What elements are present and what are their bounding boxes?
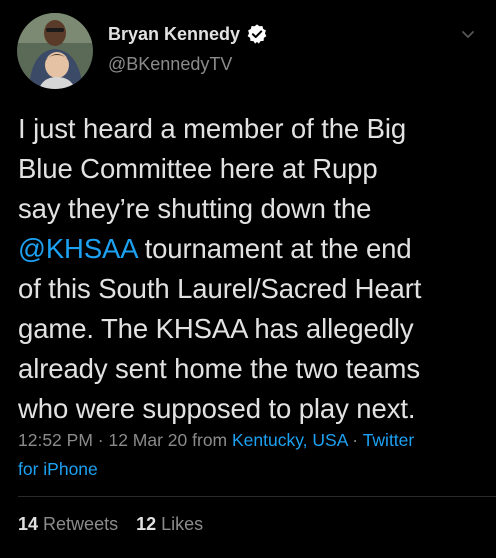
source-link-continued[interactable]: for iPhone (18, 455, 488, 484)
tweet-line: who were supposed to play next. (18, 393, 416, 424)
author-name-row[interactable]: Bryan Kennedy (108, 21, 268, 47)
likes-stat[interactable]: 12 Likes (136, 514, 203, 534)
author-handle[interactable]: @BKennedyTV (108, 54, 232, 75)
tweet-line: I just heard a member of the Big (18, 113, 407, 144)
tweet-line: @KHSAA tournament at the end (18, 229, 488, 269)
mention-link[interactable]: @KHSAA (18, 233, 137, 264)
retweets-stat[interactable]: 14 Retweets (18, 514, 118, 534)
tweet-line: of this South Laurel/Sacred Heart (18, 273, 422, 304)
divider (18, 496, 496, 497)
tweet-line: say they’re shutting down the (18, 193, 372, 224)
source-link[interactable]: Twitter (363, 430, 415, 450)
tweet-line: Blue Committee here at Rupp (18, 153, 378, 184)
engagement-stats: 14 Retweets 12 Likes (18, 514, 203, 535)
tweet-date[interactable]: 12 Mar 20 (108, 430, 187, 450)
tweet-line: already sent home the two teams (18, 353, 420, 384)
meta-line: 12:52 PM · 12 Mar 20 from Kentucky, USA … (18, 426, 488, 455)
meta-separator: · (92, 430, 109, 450)
retweets-count: 14 (18, 514, 39, 534)
tweet-line: game. The KHSAA has allegedly (18, 313, 414, 344)
verified-badge-icon (246, 23, 268, 45)
profile-avatar[interactable] (17, 13, 93, 89)
retweets-label: Retweets (43, 514, 119, 534)
tweet-line-text: tournament at the end (137, 233, 412, 264)
meta-separator: · (347, 430, 363, 450)
likes-count: 12 (136, 514, 157, 534)
tweet-body: I just heard a member of the Big Blue Co… (18, 109, 488, 429)
tweet-card: Bryan Kennedy @BKennedyTV I just heard a… (0, 0, 496, 558)
chevron-down-icon[interactable] (458, 24, 478, 44)
likes-label: Likes (161, 514, 204, 534)
meta-from: from (187, 430, 232, 450)
author-display-name[interactable]: Bryan Kennedy (108, 24, 240, 45)
tweet-time[interactable]: 12:52 PM (18, 430, 93, 450)
tweet-meta: 12:52 PM · 12 Mar 20 from Kentucky, USA … (18, 426, 488, 484)
location-link[interactable]: Kentucky, USA (232, 430, 347, 450)
